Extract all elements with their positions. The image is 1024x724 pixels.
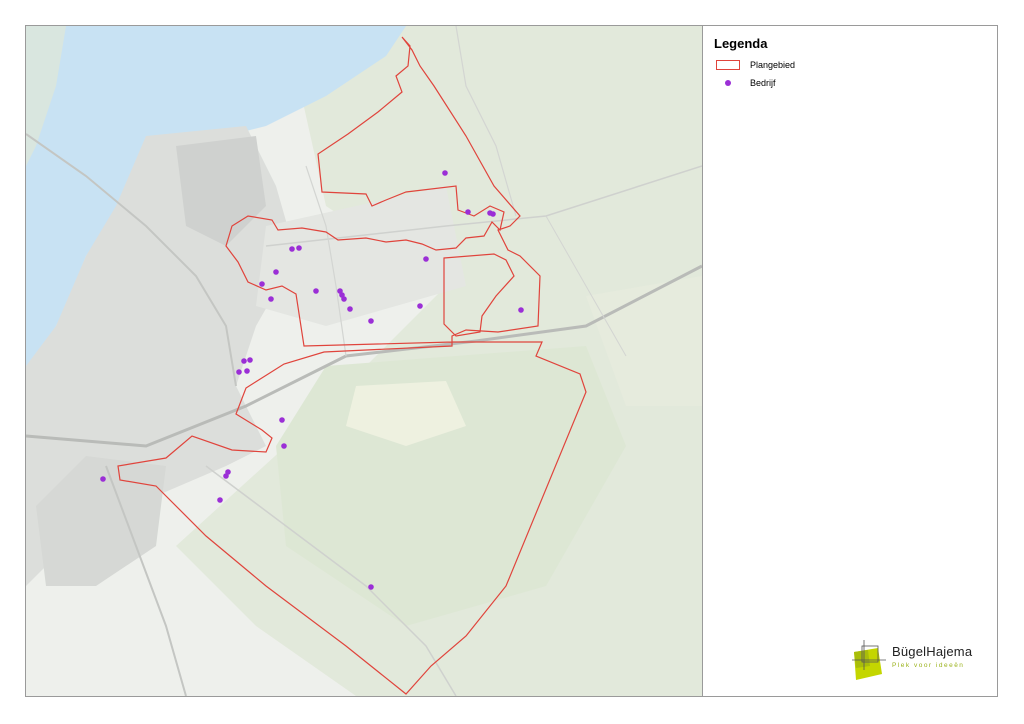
bedrijf-point — [273, 269, 279, 275]
legend-item-plangebied: Plangebied — [714, 57, 974, 73]
bedrijf-point — [347, 306, 353, 312]
legend-panel: Legenda Plangebied Bedrijf — [714, 36, 974, 93]
bedrijf-point — [244, 368, 250, 374]
bedrijf-point — [417, 303, 423, 309]
bedrijf-point — [289, 246, 295, 252]
map-sheet: Legenda Plangebied Bedrijf BügelHajema P… — [25, 25, 998, 697]
bedrijf-point — [465, 209, 471, 215]
bedrijf-point — [217, 497, 223, 503]
legend-title: Legenda — [714, 36, 768, 51]
bedrijf-point — [281, 443, 287, 449]
bedrijf-point — [279, 417, 285, 423]
legend-item-label: Plangebied — [750, 60, 796, 70]
point-icon — [714, 78, 742, 89]
bedrijf-point — [368, 318, 374, 324]
logo-mark-icon — [852, 640, 886, 680]
logo-tagline: Plek voor ideeën — [892, 662, 965, 669]
legend-item-label: Bedrijf — [750, 78, 776, 88]
bedrijf-point — [442, 170, 448, 176]
bedrijf-point — [423, 256, 429, 262]
bedrijf-point — [241, 358, 247, 364]
map-canvas — [26, 26, 702, 696]
bedrijf-point — [268, 296, 274, 302]
panel-divider — [702, 26, 703, 696]
bedrijf-point — [368, 584, 374, 590]
bedrijf-point — [518, 307, 524, 313]
bugelhajema-logo: BügelHajema Plek voor ideeën — [848, 638, 988, 688]
legend-item-bedrijf: Bedrijf — [714, 75, 974, 91]
bedrijf-point — [223, 473, 229, 479]
bedrijf-point — [259, 281, 265, 287]
bedrijf-point — [236, 369, 242, 375]
polygon-outline-icon — [714, 60, 742, 71]
map-view[interactable] — [26, 26, 702, 696]
bedrijf-point — [490, 211, 496, 217]
bedrijf-point — [313, 288, 319, 294]
logo-name: BügelHajema — [892, 644, 973, 659]
bedrijf-point — [296, 245, 302, 251]
bedrijf-point — [341, 296, 347, 302]
bedrijf-point — [247, 357, 253, 363]
bedrijf-point — [100, 476, 106, 482]
